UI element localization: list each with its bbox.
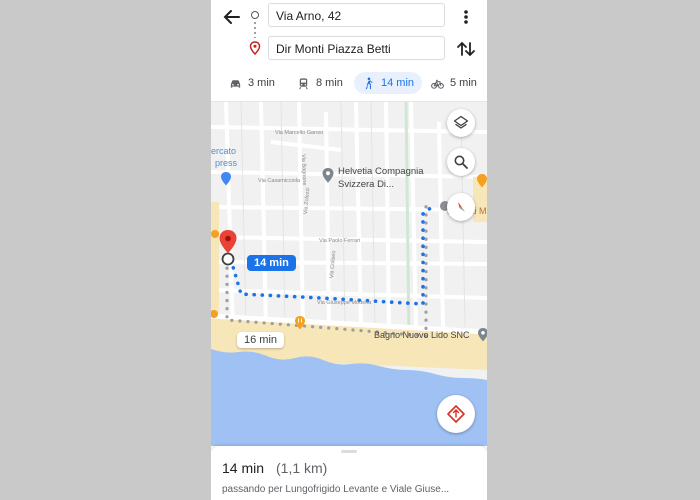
layers-button[interactable] xyxy=(447,109,475,137)
street-label-ferrari: Via Paolo Ferrari xyxy=(319,238,361,244)
street-label-casamicciola: Via Casamicciola xyxy=(258,178,301,184)
origin-input[interactable]: Via Arno, 42 xyxy=(268,3,445,27)
destination-input[interactable]: Dir Monti Piazza Betti xyxy=(268,36,445,60)
mode-car-label: 3 min xyxy=(248,77,275,89)
origin-circle-icon xyxy=(251,11,259,19)
travel-mode-bar: 3 min 8 min 14 min 5 min xyxy=(211,69,487,97)
sheet-drag-handle[interactable] xyxy=(341,450,357,453)
mode-transit-tab[interactable]: 8 min xyxy=(297,72,343,94)
route-summary-sheet[interactable]: 14 min (1,1 km) passando per Lungofrigid… xyxy=(211,446,487,500)
train-icon xyxy=(299,77,308,89)
start-point-marker[interactable] xyxy=(221,252,235,266)
car-icon xyxy=(230,79,241,88)
route-connector-dots xyxy=(254,22,256,38)
search-button[interactable] xyxy=(447,148,475,176)
my-location-button[interactable] xyxy=(437,395,475,433)
route-time-chip-primary[interactable]: 14 min xyxy=(247,255,296,271)
street-label-modena: Via Giuseppe Modena xyxy=(317,300,372,306)
compass-icon xyxy=(458,202,465,212)
back-arrow-icon[interactable] xyxy=(221,6,243,28)
swap-directions-icon[interactable] xyxy=(454,38,478,60)
street-label-bagnone: Via Bagnone xyxy=(300,154,308,186)
walk-icon xyxy=(365,77,373,89)
mode-walk-label: 14 min xyxy=(381,77,415,89)
mode-car-tab[interactable]: 3 min xyxy=(229,72,275,94)
place-label-helvetia-2: Svizzera Di... xyxy=(338,179,394,190)
route-time-chip-alternative[interactable]: 16 min xyxy=(237,332,285,348)
map-base xyxy=(211,102,487,446)
route-via-description: passando per Lungofrigido Levante e Vial… xyxy=(222,484,450,495)
mode-bike-tab[interactable]: 5 min xyxy=(431,72,477,94)
destination-pin-icon xyxy=(249,41,261,55)
poi-edge-marker[interactable] xyxy=(211,230,219,238)
search-icon xyxy=(454,155,468,169)
compass-button[interactable] xyxy=(447,193,475,221)
place-label-bagno: Bagno Nuovo Lido SNC xyxy=(374,330,470,340)
mode-transit-label: 8 min xyxy=(316,77,343,89)
place-label-express: press xyxy=(215,158,238,168)
place-label-helvetia-1: Helvetia Compagnia xyxy=(338,166,424,177)
place-label-mercato: ercato xyxy=(211,146,237,156)
route-duration: 14 min xyxy=(222,460,265,476)
street-label-marcello: Via Marcello Garosi xyxy=(275,130,323,136)
route-distance: (1,1 km) xyxy=(276,460,328,476)
layers-icon xyxy=(453,115,469,129)
map-view[interactable]: ercato press Helvetia Compagnia Svizzera… xyxy=(211,102,487,446)
more-options-icon[interactable] xyxy=(459,6,473,28)
navigate-start-icon xyxy=(447,405,465,423)
mode-bike-label: 5 min xyxy=(450,77,477,89)
maps-screen: Via Arno, 42 Dir Monti Piazza Betti 3 mi… xyxy=(211,0,487,500)
mode-walk-tab[interactable]: 14 min xyxy=(354,72,423,94)
bike-icon xyxy=(431,79,444,89)
